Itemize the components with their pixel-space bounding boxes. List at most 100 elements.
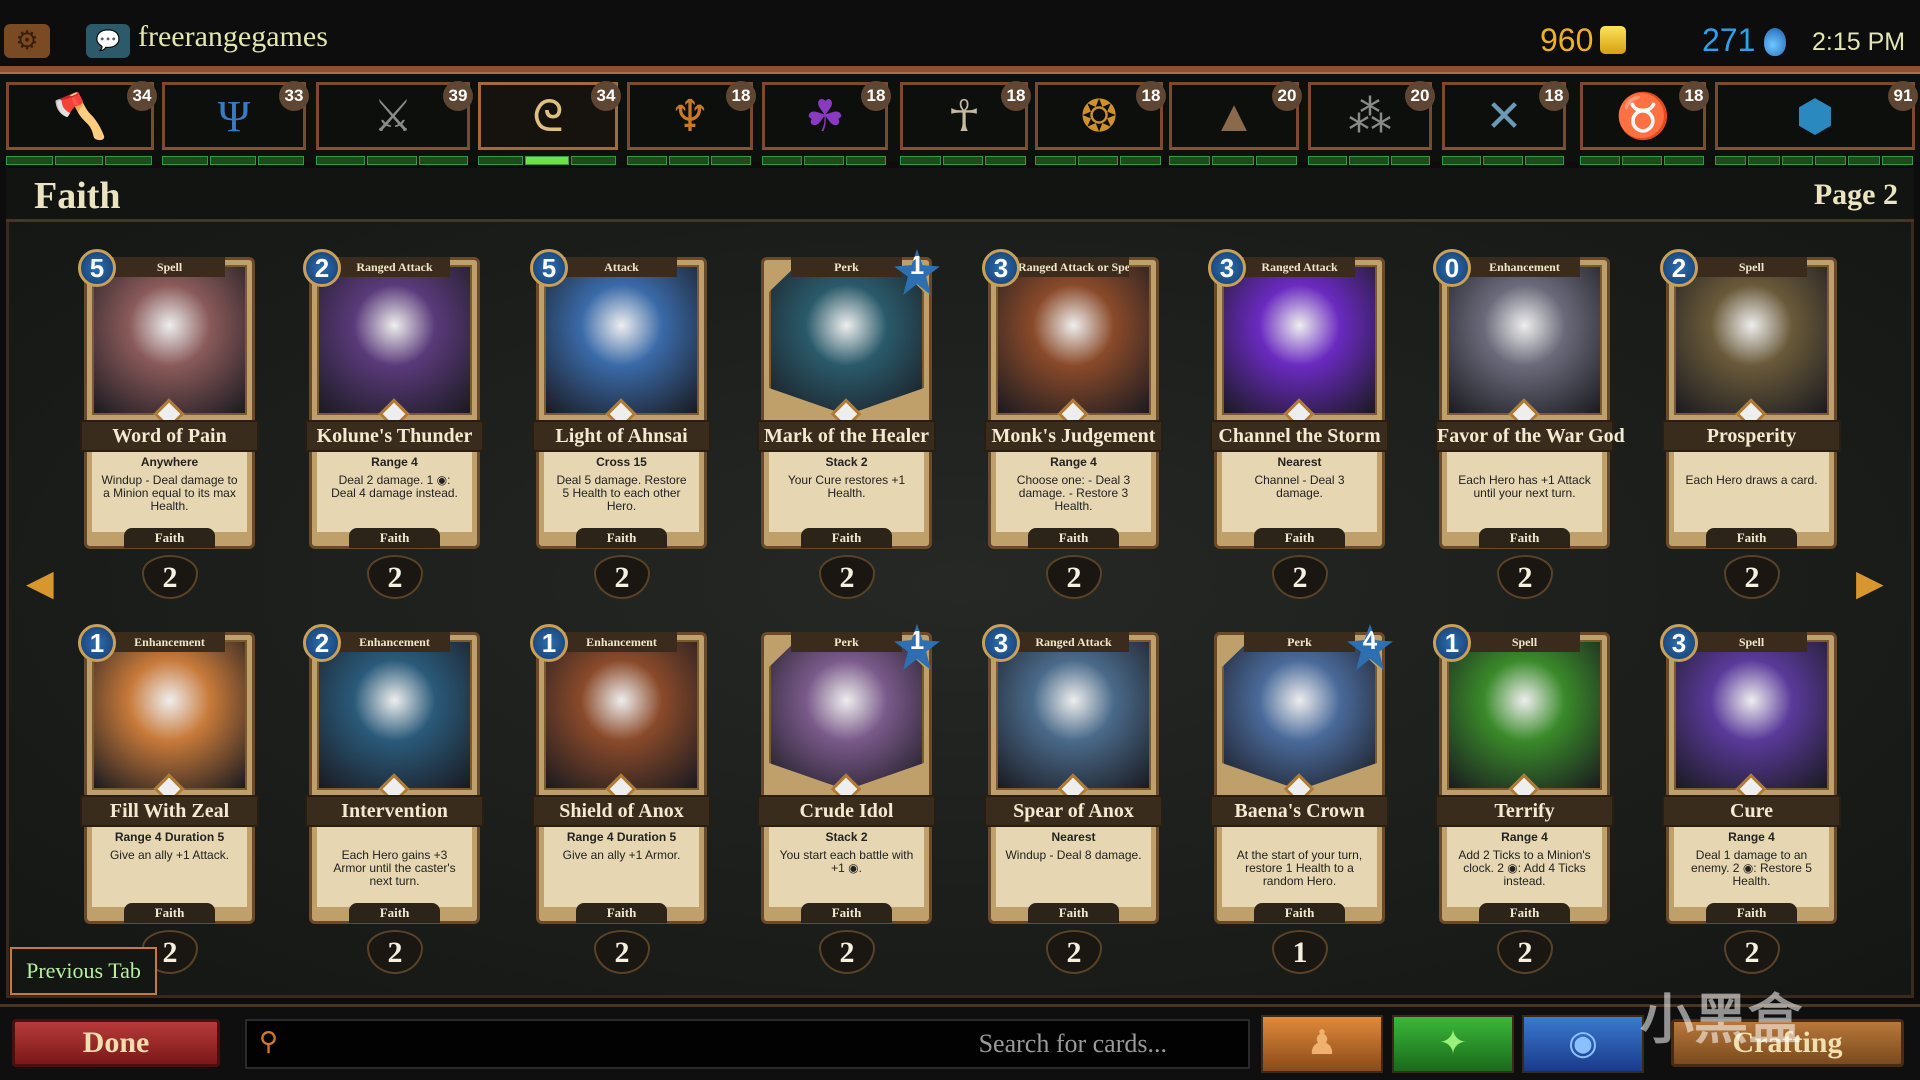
class-tab-bar: 🪓 34 Ψ 33 ⚔ 39 ᘓ 34 ♆ 18 ☘ 18 ☥ 18 ❂ 18 ▲ 20 ⁂ 20 ✕ 18 ♉ 18 ⬢ 91 (0, 66, 1920, 165)
search-box: ⚲ (245, 1019, 1250, 1069)
card[interactable]: Enhancement Fill With Zeal Range 4 Durat… (78, 624, 259, 974)
tab-page-indicator[interactable] (1120, 156, 1161, 165)
tab-page-indicator[interactable] (900, 156, 941, 165)
chat-icon[interactable]: 💬 (86, 24, 130, 58)
tab-page-indicator[interactable] (258, 156, 304, 165)
tab-page-indicator[interactable] (1848, 156, 1880, 165)
done-button[interactable]: Done (12, 1019, 220, 1067)
card[interactable]: Spell Cure Range 4 Deal 1 damage to an en… (1660, 624, 1841, 974)
tab-page-indicator[interactable] (1664, 156, 1704, 165)
tab-page-indicator[interactable] (846, 156, 886, 165)
filter-hero-button[interactable]: ♟ (1261, 1015, 1383, 1073)
filter-stars-button[interactable]: ✦ (1392, 1015, 1514, 1073)
tab-page-indicator[interactable] (1483, 156, 1523, 165)
tab-page-indicator[interactable] (1390, 156, 1430, 165)
card[interactable]: Spell Prosperity Each Hero draws a card.… (1660, 249, 1841, 599)
tab-page-indicator[interactable] (1715, 156, 1747, 165)
tab-page-indicator[interactable] (1748, 156, 1780, 165)
tab-page-indicator[interactable] (1212, 156, 1254, 165)
card-body: Stack 2 You start each battle with +1 ◉. (769, 827, 924, 907)
tab-page-indicator[interactable] (210, 156, 256, 165)
tab-page-indicator[interactable] (478, 156, 523, 165)
class-tab[interactable]: ☥ 18 (900, 81, 1031, 150)
card[interactable]: Ranged Attack or Spell Monk's Judgement … (982, 249, 1163, 599)
tab-page-indicator[interactable] (1442, 156, 1482, 165)
tab-page-indicator[interactable] (1781, 156, 1813, 165)
tab-page-indicator[interactable] (1622, 156, 1662, 165)
card-keyword: Range 4 (1050, 455, 1097, 469)
card-name: Prosperity (1662, 420, 1841, 452)
tab-page-indicator[interactable] (1169, 156, 1211, 165)
tab-page-indicator[interactable] (104, 156, 152, 165)
class-tab[interactable]: Ψ 33 (162, 81, 309, 150)
tab-page-indicator[interactable] (1815, 156, 1847, 165)
prev-page-arrow-icon[interactable]: ◀ (26, 562, 54, 604)
tab-page-indicator[interactable] (316, 156, 366, 165)
tab-page-indicator[interactable] (524, 156, 570, 165)
card-cost: 3 (982, 249, 1020, 287)
class-tab[interactable]: ❂ 18 (1035, 81, 1166, 150)
tab-page-indicator[interactable] (1255, 156, 1297, 165)
class-tab[interactable]: ⁂ 20 (1308, 81, 1435, 150)
class-tab[interactable]: ▲ 20 (1169, 81, 1302, 150)
card-art (92, 640, 247, 790)
card-keyword (317, 827, 472, 847)
tab-page-indicator[interactable] (6, 156, 54, 165)
class-tab[interactable]: ⬢ 91 (1715, 81, 1918, 150)
card[interactable]: Perk Crude Idol Stack 2 You start each ba… (757, 624, 940, 974)
class-tab[interactable]: ⚔ 39 (316, 81, 473, 150)
previous-tab-button[interactable]: Previous Tab (10, 947, 157, 995)
card[interactable]: Perk Mark of the Healer Stack 2 Your Cure… (757, 249, 940, 599)
tab-page-indicator[interactable] (985, 156, 1026, 165)
class-tab[interactable]: ✕ 18 (1442, 81, 1569, 150)
class-tab[interactable]: ♆ 18 (627, 81, 756, 150)
card-keyword: Range 4 (1501, 830, 1548, 844)
tab-page-indicator[interactable] (1881, 156, 1913, 165)
card[interactable]: Enhancement Favor of the War God Each He… (1433, 249, 1625, 599)
card[interactable]: Spell Terrify Range 4 Add 2 Ticks to a Mi… (1433, 624, 1614, 974)
tab-page-indicator[interactable] (418, 156, 468, 165)
card-text: Your Cure restores +1 Health. (787, 473, 906, 500)
tab-page-indicator[interactable] (55, 156, 103, 165)
class-tab[interactable]: ♉ 18 (1580, 81, 1709, 150)
tab-card-count: 33 (279, 81, 309, 111)
tab-page-indicator[interactable] (1077, 156, 1119, 165)
tab-page-indicator[interactable] (162, 156, 208, 165)
tab-page-indicator[interactable] (762, 156, 802, 165)
class-tab[interactable]: 🪓 34 (6, 81, 157, 150)
class-tab[interactable]: ☘ 18 (762, 81, 891, 150)
tab-page-indicator[interactable] (1308, 156, 1348, 165)
card[interactable]: Enhancement Intervention Each Hero gains… (303, 624, 484, 974)
tab-page-indicator[interactable] (669, 156, 709, 165)
card-body: Range 4 Deal 2 damage. 1 ◉: Deal 4 damage… (317, 452, 472, 532)
card[interactable]: Enhancement Shield of Anox Range 4 Durat… (530, 624, 711, 974)
card-type: Ranged Attack (1244, 257, 1355, 277)
tab-page-indicator[interactable] (571, 156, 616, 165)
card-keyword (1674, 452, 1829, 472)
card-type: Spell (114, 257, 225, 277)
tab-page-indicator[interactable] (1035, 156, 1076, 165)
card-name: Kolune's Thunder (305, 420, 484, 452)
card[interactable]: Ranged Attack Channel the Storm Nearest C… (1208, 249, 1389, 599)
settings-gear-icon[interactable]: ⚙ (4, 24, 50, 58)
blades-icon: ✕ (1485, 92, 1523, 141)
card[interactable]: Spell Word of Pain Anywhere Windup - Deal… (78, 249, 259, 599)
class-tab[interactable]: ᘓ 34 (478, 81, 621, 150)
tab-page-indicator[interactable] (627, 156, 667, 165)
tab-page-indicator[interactable] (1524, 156, 1564, 165)
tab-card-count: 18 (861, 81, 891, 111)
tab-page-indicator[interactable] (1580, 156, 1620, 165)
search-input[interactable] (297, 1021, 1237, 1067)
card[interactable]: Perk Baena's Crown At the start of your … (1210, 624, 1393, 974)
tab-page-indicator[interactable] (804, 156, 844, 165)
card[interactable]: Attack Light of Ahnsai Cross 15 Deal 5 da… (530, 249, 711, 599)
tab-page-indicator[interactable] (1349, 156, 1389, 165)
next-page-arrow-icon[interactable]: ▶ (1856, 562, 1884, 604)
tab-page-indicator[interactable] (367, 156, 417, 165)
card[interactable]: Ranged Attack Spear of Anox Nearest Windu… (982, 624, 1163, 974)
tab-page-indicator[interactable] (942, 156, 984, 165)
tab-page-indicator[interactable] (711, 156, 751, 165)
filter-eye-button[interactable]: ◉ (1522, 1015, 1644, 1073)
card-keyword: Nearest (1051, 830, 1096, 844)
card[interactable]: Ranged Attack Kolune's Thunder Range 4 De… (303, 249, 484, 599)
